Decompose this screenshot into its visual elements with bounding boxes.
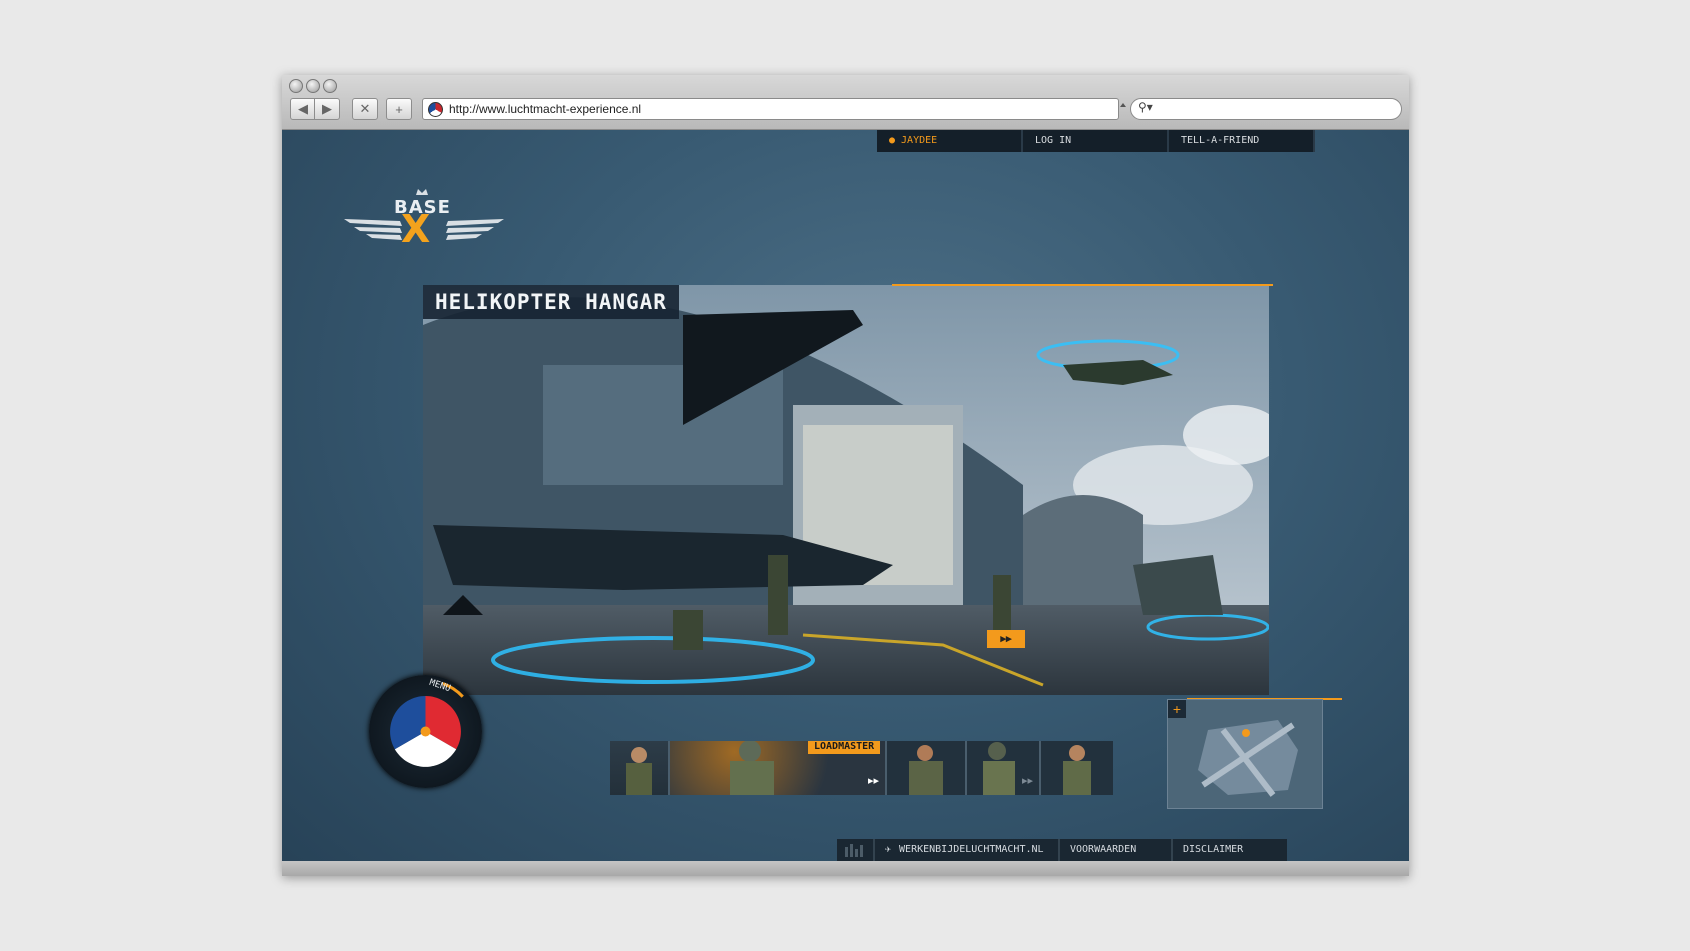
crew-role-label: LOADMASTER: [808, 741, 881, 754]
back-icon: ◀: [298, 101, 308, 116]
werkenbij-link[interactable]: ✈ WERKENBIJDELUCHTMACHT.NL: [875, 839, 1060, 861]
plus-icon: +: [395, 101, 403, 117]
user-icon: ●: [889, 135, 896, 146]
crew-next-icon[interactable]: ▸▸: [1022, 774, 1033, 787]
url-text: http://www.luchtmacht-experience.nl: [449, 102, 642, 116]
url-bar[interactable]: http://www.luchtmacht-experience.nl: [422, 98, 1119, 120]
user-name: JAYDEE: [901, 135, 938, 146]
close-window-button[interactable]: [289, 79, 303, 93]
url-dropdown-icon[interactable]: [1120, 103, 1126, 107]
zoom-window-button[interactable]: [323, 79, 337, 93]
crew-avatar: [909, 745, 943, 795]
crew-card-pilot-2[interactable]: ▸▸: [967, 741, 1041, 795]
fast-forward-button[interactable]: ▸▸: [987, 630, 1025, 648]
browser-toolbar: ◀ ▶ ✕ + http://www.luchtmacht-experience…: [282, 75, 1409, 130]
user-menu[interactable]: ● JAYDEE: [877, 130, 1023, 152]
close-icon: ✕: [359, 101, 371, 116]
hangar-illustration: [423, 285, 1269, 695]
crew-card-pilot[interactable]: [610, 741, 670, 795]
crew-next-arrows-icon[interactable]: ▸▸: [868, 774, 879, 787]
menu-dial[interactable]: MENU: [369, 675, 482, 788]
crew-avatar: [626, 747, 652, 795]
air-force-emblem-icon: ✈: [885, 844, 892, 855]
forward-button[interactable]: ▶: [314, 98, 340, 120]
browser-window: ◀ ▶ ✕ + http://www.luchtmacht-experience…: [282, 75, 1409, 876]
location-title: HELIKOPTER HANGAR: [423, 285, 679, 319]
add-bookmark-button[interactable]: +: [386, 98, 412, 120]
fast-forward-icon: ▸▸: [1000, 633, 1012, 645]
top-navigation: ● JAYDEE LOG IN TELL-A-FRIEND: [877, 130, 1315, 152]
voorwaarden-link[interactable]: VOORWAARDEN: [1060, 839, 1173, 861]
crew-selector: LOADMASTER ▸▸ ▸▸: [610, 741, 1113, 795]
base-minimap[interactable]: +: [1167, 699, 1323, 809]
roundel-icon: [373, 679, 478, 784]
scene-accent-line: [892, 284, 1273, 286]
minimap-zoom-button[interactable]: +: [1168, 700, 1186, 718]
logo-x-mark: X: [401, 207, 431, 251]
disclaimer-link[interactable]: DISCLAIMER: [1173, 839, 1287, 861]
crew-card-loadmaster[interactable]: LOADMASTER ▸▸: [670, 741, 887, 795]
search-icon: ⚲▾: [1138, 100, 1153, 114]
page-content: ● JAYDEE LOG IN TELL-A-FRIEND BASE X HEL…: [282, 130, 1409, 876]
browser-bottom-bar: [282, 861, 1409, 876]
minimize-window-button[interactable]: [306, 79, 320, 93]
login-link[interactable]: LOG IN: [1023, 130, 1169, 152]
search-input[interactable]: ⚲▾: [1130, 98, 1402, 120]
stop-button[interactable]: ✕: [352, 98, 378, 120]
sound-bars-icon[interactable]: [837, 839, 875, 861]
forward-icon: ▶: [322, 101, 332, 116]
airbase-map-icon: [1198, 720, 1298, 797]
footer-links: ✈ WERKENBIJDELUCHTMACHT.NL VOORWAARDEN DI…: [837, 839, 1287, 861]
crew-card-mechanic[interactable]: [887, 741, 967, 795]
tell-a-friend-link[interactable]: TELL-A-FRIEND: [1169, 130, 1315, 152]
crew-card-soldier[interactable]: [1041, 741, 1113, 795]
hangar-scene[interactable]: [423, 285, 1269, 695]
site-favicon-icon: [428, 102, 443, 117]
werkenbij-label: WERKENBIJDELUCHTMACHT.NL: [899, 844, 1044, 855]
back-button[interactable]: ◀: [290, 98, 316, 120]
crew-avatar: [1063, 745, 1091, 795]
